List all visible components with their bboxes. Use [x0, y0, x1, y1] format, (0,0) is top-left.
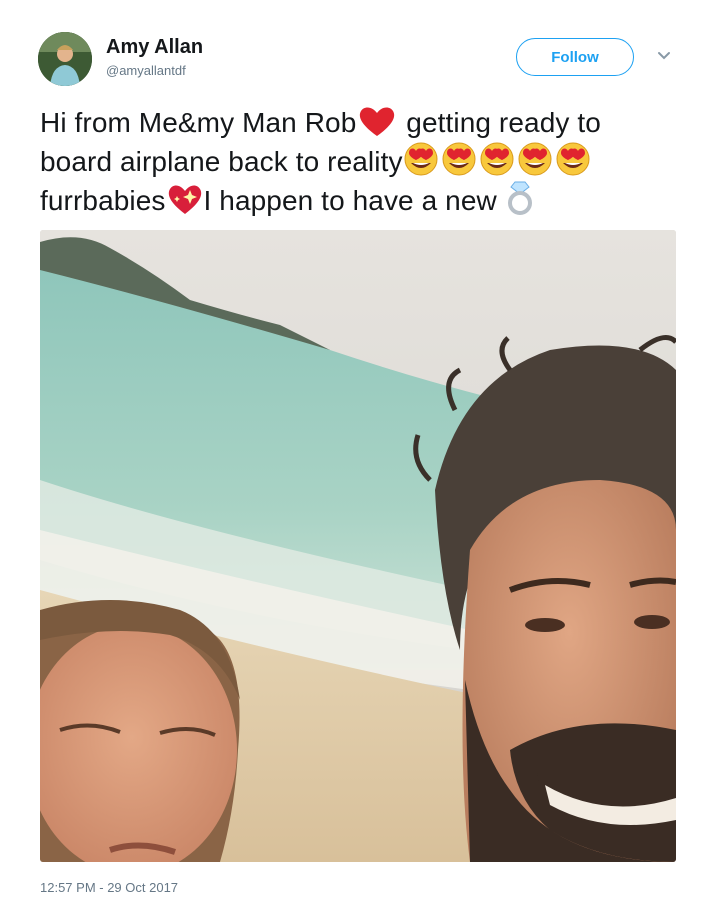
avatar[interactable]	[38, 32, 92, 86]
tweet-line-3: furrbabies I happen to have a new	[40, 180, 690, 219]
tweet-text-part: I happen to have a new	[203, 185, 497, 216]
tweet-line-1: Hi from Me&my Man Rob getting ready to	[40, 104, 690, 141]
beach-selfie-photo-icon	[40, 230, 676, 862]
red-heart-icon	[356, 104, 398, 138]
tweet-text-part: getting ready to	[406, 107, 601, 138]
ring-icon	[505, 180, 535, 216]
author-name[interactable]: Amy Allan	[106, 36, 203, 59]
sparkling-heart-icon	[166, 182, 204, 216]
chevron-down-icon[interactable]	[656, 50, 672, 62]
tweet-text: Hi from Me&my Man Rob getting ready to b…	[40, 104, 690, 219]
tweet-card: Amy Allan @amyallantdf Follow Hi from Me…	[0, 0, 720, 908]
heart-eyes-emoji-icon	[403, 141, 613, 177]
tweet-photo[interactable]	[40, 230, 676, 862]
tweet-line-2: board airplane back to reality	[40, 141, 690, 180]
tweet-text-part: furrbabies	[40, 185, 166, 216]
tweet-timestamp[interactable]: 12:57 PM - 29 Oct 2017	[40, 880, 178, 895]
tweet-text-part: Hi from Me&my Man Rob	[40, 107, 357, 138]
author-handle[interactable]: @amyallantdf	[106, 63, 186, 78]
tweet-text-part: board airplane back to reality	[40, 146, 403, 177]
profile-photo-icon	[38, 32, 92, 86]
follow-button[interactable]: Follow	[516, 38, 634, 76]
